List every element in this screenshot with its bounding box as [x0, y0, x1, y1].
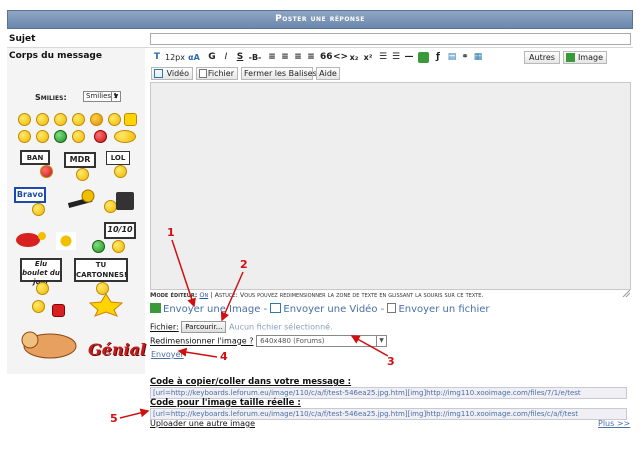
- annotation-arrows: [119, 239, 389, 419]
- annotation-arrow-4: [177, 347, 218, 358]
- annotation-arrow-2: [220, 271, 244, 322]
- annotation-arrow-5: [119, 408, 150, 419]
- annotation-arrow-3: [350, 335, 389, 357]
- annotation-arrow-1: [171, 239, 196, 308]
